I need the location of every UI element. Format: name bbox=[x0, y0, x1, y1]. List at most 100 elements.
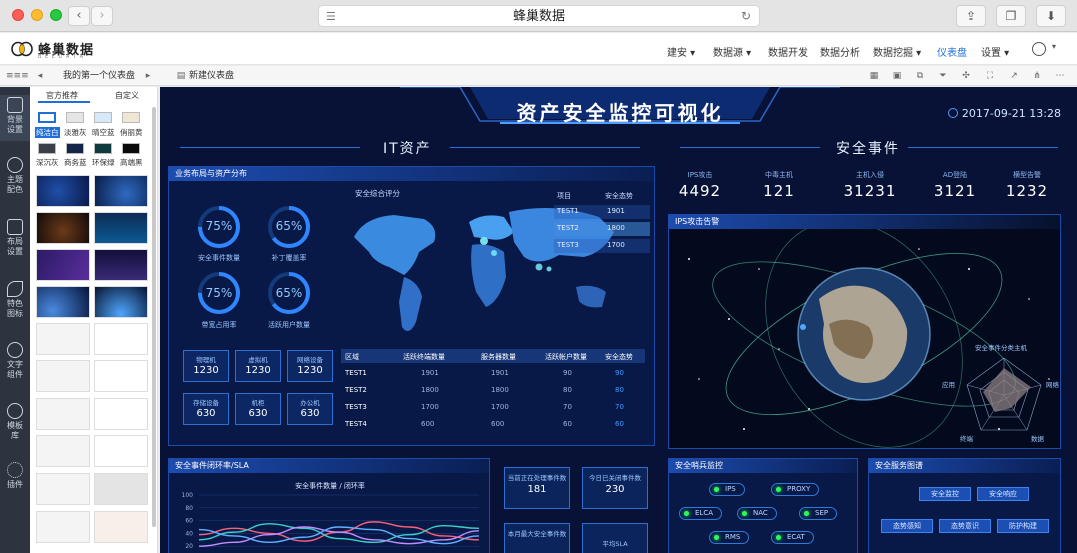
app-header: 蜂巢数据 B E E D A T A 建安 ▾ 数据源 ▾ 数据开发 数据分析 … bbox=[0, 33, 1077, 65]
service-consciousness[interactable]: 态势意识 bbox=[939, 519, 991, 533]
share-button[interactable]: ⇪ bbox=[956, 5, 986, 27]
tab-next-icon[interactable]: ▸ bbox=[142, 70, 154, 82]
filter-icon[interactable]: ⏷ bbox=[937, 70, 949, 82]
rail-theme-colors[interactable]: 主题配色 bbox=[0, 157, 30, 195]
fullscreen-icon[interactable]: ⛶ bbox=[984, 70, 996, 82]
template-thumbnail[interactable] bbox=[94, 511, 148, 543]
background-thumbnail[interactable] bbox=[36, 175, 90, 207]
address-bar[interactable]: ☰ 蜂巢数据 ↻ bbox=[318, 5, 760, 27]
template-thumbnail[interactable] bbox=[36, 323, 90, 355]
theme-swatch-6[interactable] bbox=[66, 143, 84, 154]
asset-cell: 1901 bbox=[421, 369, 439, 377]
section-divider bbox=[450, 147, 640, 148]
menu-datasource[interactable]: 数据源 ▾ bbox=[713, 44, 751, 59]
rail-plugins[interactable]: 插件 bbox=[0, 462, 30, 490]
template-thumbnail[interactable] bbox=[94, 398, 148, 430]
asset-table-header: 服务器数量 bbox=[481, 353, 516, 361]
rail-text-components[interactable]: 文字组件 bbox=[0, 342, 30, 380]
rail-feature-icons[interactable]: 特色图标 bbox=[0, 281, 30, 319]
tab-new-dashboard[interactable]: 新建仪表盘 bbox=[189, 66, 234, 86]
minimize-window-button[interactable] bbox=[31, 9, 43, 21]
radar-axis-label: 网络 bbox=[1046, 381, 1059, 389]
template-icon bbox=[7, 403, 23, 419]
background-thumbnail[interactable] bbox=[94, 212, 148, 244]
theme-swatch-2[interactable] bbox=[66, 112, 84, 123]
asset-cell: 70 bbox=[563, 403, 572, 411]
service-protection[interactable]: 防护构建 bbox=[997, 519, 1049, 533]
background-thumbnail[interactable] bbox=[94, 249, 148, 281]
menu-toggle-icon[interactable]: ≡≡≡ bbox=[6, 70, 29, 82]
theme-swatch-1[interactable] bbox=[38, 112, 56, 123]
save-icon[interactable]: ▣ bbox=[891, 70, 903, 82]
menu-data-mining[interactable]: 数据挖掘 ▾ bbox=[873, 44, 921, 59]
back-button[interactable]: ‹ bbox=[68, 6, 90, 26]
background-thumbnail[interactable] bbox=[94, 286, 148, 318]
tab-first-dashboard[interactable]: 我的第一个仪表盘 bbox=[63, 66, 135, 86]
background-thumbnail[interactable] bbox=[36, 286, 90, 318]
export-icon[interactable]: ↗ bbox=[1008, 70, 1020, 82]
y-tick-label: 80 bbox=[185, 505, 193, 512]
theme-swatch-3[interactable] bbox=[94, 112, 112, 123]
service-response[interactable]: 安全响应 bbox=[977, 487, 1029, 501]
new-dashboard-icon[interactable]: ▤ bbox=[175, 70, 187, 82]
maximize-window-button[interactable] bbox=[50, 9, 62, 21]
tabs-button[interactable]: ❐ bbox=[996, 5, 1026, 27]
asset-cell: 80 bbox=[563, 386, 572, 394]
grid-icon[interactable]: ▦ bbox=[868, 70, 880, 82]
asset-table-header: 安全态势 bbox=[605, 353, 633, 361]
y-tick-label: 40 bbox=[185, 530, 193, 537]
menu-data-dev[interactable]: 数据开发 bbox=[768, 44, 808, 59]
menu-data-analysis[interactable]: 数据分析 bbox=[820, 44, 860, 59]
template-thumbnail[interactable] bbox=[36, 473, 90, 505]
tab-custom[interactable]: 自定义 bbox=[115, 90, 139, 101]
chevron-down-icon[interactable]: ▾ bbox=[1052, 42, 1056, 51]
sentinel-panel-title: 安全哨兵监控 bbox=[669, 459, 857, 473]
section-divider bbox=[680, 147, 820, 148]
kpi-value: 31231 bbox=[843, 182, 897, 200]
template-thumbnail[interactable] bbox=[94, 435, 148, 467]
menu-dashboard[interactable]: 仪表盘 bbox=[937, 44, 967, 59]
gear-icon bbox=[7, 462, 23, 478]
link-icon[interactable]: ✣ bbox=[960, 70, 972, 82]
logo-subtext: B E E D A T A bbox=[38, 54, 85, 60]
template-thumbnail[interactable] bbox=[36, 511, 90, 543]
page-title: 蜂巢数据 bbox=[512, 9, 565, 24]
background-thumbnail[interactable] bbox=[36, 249, 90, 281]
theme-swatch-7[interactable] bbox=[94, 143, 112, 154]
tab-prev-icon[interactable]: ◂ bbox=[34, 70, 46, 82]
user-avatar-icon[interactable] bbox=[1032, 42, 1046, 56]
menu-settings[interactable]: 设置 ▾ bbox=[981, 44, 1009, 59]
background-thumbnail[interactable] bbox=[36, 212, 90, 244]
close-window-button[interactable] bbox=[12, 9, 24, 21]
share-icon[interactable]: ⋔ bbox=[1031, 70, 1043, 82]
template-thumbnail[interactable] bbox=[36, 360, 90, 392]
reader-icon[interactable]: ☰ bbox=[326, 6, 336, 27]
panel-scrollbar[interactable] bbox=[152, 107, 156, 527]
ring-value: 75% bbox=[205, 219, 233, 233]
kpi-value: 121 bbox=[763, 182, 795, 200]
copy-icon[interactable]: ⧉ bbox=[914, 70, 926, 82]
background-thumbnail[interactable] bbox=[94, 175, 148, 207]
theme-swatch-5[interactable] bbox=[38, 143, 56, 154]
section-divider bbox=[180, 147, 360, 148]
rail-background-settings[interactable]: 背景设置 bbox=[0, 95, 30, 141]
reload-icon[interactable]: ↻ bbox=[741, 6, 751, 27]
forward-button[interactable]: › bbox=[91, 6, 113, 26]
template-thumbnail[interactable] bbox=[94, 473, 148, 505]
template-thumbnail[interactable] bbox=[94, 323, 148, 355]
theme-swatch-8[interactable] bbox=[122, 143, 140, 154]
template-thumbnail[interactable] bbox=[36, 398, 90, 430]
menu-jianan[interactable]: 建安 ▾ bbox=[667, 44, 695, 59]
ring-label: 安全事件数量 bbox=[198, 254, 240, 262]
service-monitoring[interactable]: 安全监控 bbox=[919, 487, 971, 501]
rail-template-library[interactable]: 模板库 bbox=[0, 403, 30, 441]
template-thumbnail[interactable] bbox=[36, 435, 90, 467]
service-awareness[interactable]: 态势感知 bbox=[881, 519, 933, 533]
tab-official[interactable]: 官方推荐 bbox=[46, 90, 78, 101]
stat-storage: 存储设备 630 bbox=[183, 393, 229, 425]
download-button[interactable]: ⬇ bbox=[1036, 5, 1066, 27]
template-thumbnail[interactable] bbox=[94, 360, 148, 392]
theme-swatch-4[interactable] bbox=[122, 112, 140, 123]
rail-layout-settings[interactable]: 布局设置 bbox=[0, 219, 30, 257]
more-icon[interactable]: ⋯ bbox=[1054, 70, 1066, 82]
